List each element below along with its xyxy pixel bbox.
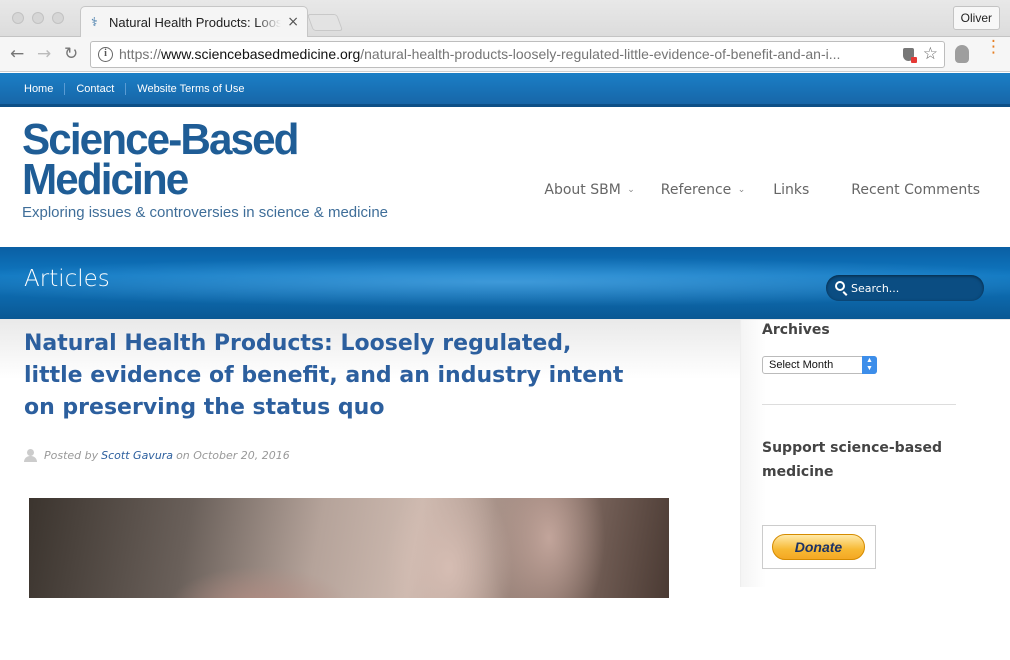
star-icon[interactable]: ☆ [923,44,938,64]
url-text[interactable]: https://www.sciencebasedmedicine.org/nat… [119,46,899,62]
archives-heading: Archives [762,322,830,338]
browser-tab[interactable]: ⚕ Natural Health Products: Loosely regul… [80,6,308,37]
page-title: Articles [24,266,110,292]
nav-reference[interactable]: Reference ⌄ [660,182,746,198]
logo-tagline: Exploring issues & controversies in scie… [22,204,388,221]
browser-tab-strip: ⚕ Natural Health Products: Loosely regul… [0,0,1010,37]
profile-button[interactable]: Oliver [952,6,1000,30]
address-bar[interactable]: i https://www.sciencebasedmedicine.org/n… [90,41,945,68]
donate-widget: Donate [762,525,876,569]
support-heading: Support science-based medicine [762,440,942,480]
nav-recent-comments-label: Recent Comments [851,182,980,198]
article: Natural Health Products: Loosely regulat… [24,328,714,598]
top-nav-terms[interactable]: Website Terms of Use [137,83,255,95]
site-logo[interactable]: Science-Based Medicine Exploring issues … [22,115,388,222]
chevron-down-icon: ⌄ [627,185,635,195]
feature-image [29,498,669,598]
main-nav: About SBM ⌄ Reference ⌄ Links Recent Com… [504,182,980,198]
info-icon[interactable]: i [98,47,113,62]
nav-recent-comments[interactable]: Recent Comments [851,182,980,198]
sidebar: Archives Select Month ▲ ▼ Support science… [740,320,1010,587]
browser-toolbar: ← → ↻ i https://www.sciencebasedmedicine… [0,37,1010,72]
shield-icon[interactable] [903,48,917,63]
tab-close-icon[interactable]: × [287,14,299,30]
tab-title: Natural Health Products: Loosely regulat… [109,15,281,30]
post-date: October 20, 2016 [193,449,290,462]
search-box[interactable] [826,275,984,301]
author-link[interactable]: Scott Gavura [101,449,173,462]
post-title[interactable]: Natural Health Products: Loosely regulat… [24,328,634,424]
reload-icon[interactable]: ↻ [64,44,78,64]
user-icon [24,449,37,462]
select-arrows-icon: ▲ ▼ [862,356,877,374]
site-favicon-icon: ⚕ [91,15,98,29]
forward-arrow-icon[interactable]: → [37,44,51,64]
nav-about-sbm[interactable]: About SBM ⌄ [544,182,634,198]
logo-line-2: Medicine [22,155,189,204]
extension-icon[interactable] [955,45,969,63]
new-tab-button[interactable] [306,14,344,31]
site-header: Science-Based Medicine Exploring issues … [0,104,1010,247]
archives-select-value: Select Month [769,359,834,371]
nav-links[interactable]: Links [773,182,809,198]
nav-about-sbm-label: About SBM [544,182,621,198]
donate-button[interactable]: Donate [772,534,865,560]
window-minimize-button[interactable] [32,12,44,24]
posted-by-label: Posted by [44,449,99,462]
menu-icon[interactable]: ⋮ [985,39,1002,56]
archives-select[interactable]: Select Month ▲ ▼ [762,356,877,374]
window-close-button[interactable] [12,12,24,24]
window-zoom-button[interactable] [52,12,64,24]
post-meta: Posted by Scott Gavura on October 20, 20… [24,449,714,462]
top-nav-bar: Home Contact Website Terms of Use [0,73,1010,104]
search-input[interactable] [851,279,976,297]
top-nav-home[interactable]: Home [24,82,66,95]
chevron-down-icon: ⌄ [737,185,746,195]
on-label: on [176,449,190,462]
nav-reference-label: Reference [660,182,732,198]
back-arrow-icon[interactable]: ← [10,44,24,64]
page-title-bar: Articles [0,247,1010,319]
search-icon [835,281,845,291]
top-nav-contact[interactable]: Contact [76,82,127,95]
logo-line-1: Science-Based [22,115,299,164]
sidebar-divider [762,404,956,405]
nav-links-label: Links [773,182,810,198]
